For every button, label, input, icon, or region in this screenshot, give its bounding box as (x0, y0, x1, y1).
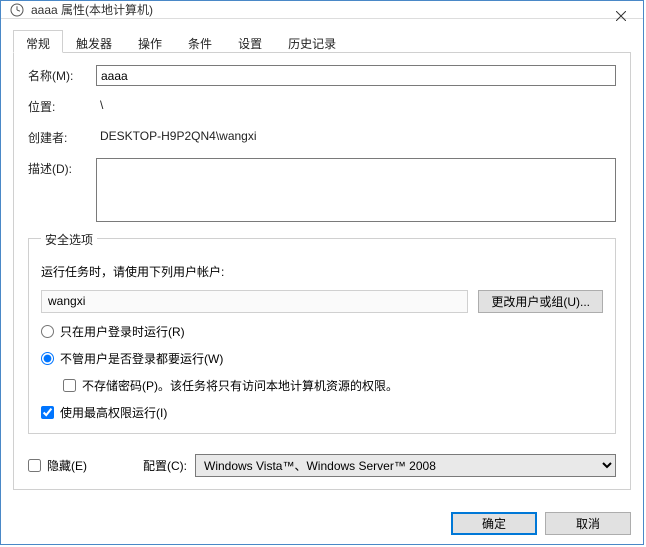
titlebar: aaaa 属性(本地计算机) (1, 1, 643, 19)
location-value: \ (96, 96, 616, 117)
radio-always-label: 不管用户是否登录都要运行(W) (60, 350, 223, 367)
cancel-button[interactable]: 取消 (545, 512, 631, 535)
change-user-button[interactable]: 更改用户或组(U)... (478, 290, 603, 313)
tab-strip: 常规 触发器 操作 条件 设置 历史记录 (13, 29, 631, 53)
ok-button[interactable]: 确定 (451, 512, 537, 535)
tab-triggers[interactable]: 触发器 (63, 30, 125, 53)
label-description: 描述(D): (28, 158, 88, 177)
check-highest[interactable]: 使用最高权限运行(I) (41, 404, 603, 421)
tab-panel-general: 名称(M): 位置: \ 创建者: DESKTOP-H9P2QN4\wangxi… (13, 53, 631, 490)
clock-icon (9, 2, 25, 18)
check-no-store[interactable]: 不存储密码(P)。该任务将只有访问本地计算机资源的权限。 (63, 377, 603, 394)
description-input[interactable] (96, 158, 616, 222)
radio-only-logged[interactable]: 只在用户登录时运行(R) (41, 323, 603, 340)
radio-only-logged-input[interactable] (41, 325, 54, 338)
label-location: 位置: (28, 98, 88, 115)
window-title: aaaa 属性(本地计算机) (31, 1, 153, 18)
run-as-user: wangxi (41, 290, 468, 313)
check-hidden[interactable]: 隐藏(E) (28, 457, 87, 474)
config-select[interactable]: Windows Vista™、Windows Server™ 2008 (195, 454, 616, 477)
name-input[interactable] (96, 65, 616, 86)
tab-conditions[interactable]: 条件 (175, 30, 225, 53)
run-as-prompt: 运行任务时，请使用下列用户帐户: (41, 263, 603, 280)
radio-only-logged-label: 只在用户登录时运行(R) (60, 323, 185, 340)
tab-actions[interactable]: 操作 (125, 30, 175, 53)
dialog-window: aaaa 属性(本地计算机) 常规 触发器 操作 条件 设置 历史记录 名称(M… (0, 0, 644, 545)
check-highest-label: 使用最高权限运行(I) (60, 404, 167, 421)
author-value: DESKTOP-H9P2QN4\wangxi (96, 127, 616, 148)
security-legend: 安全选项 (41, 231, 97, 248)
check-highest-input[interactable] (41, 406, 54, 419)
label-author: 创建者: (28, 129, 88, 146)
dialog-buttons: 确定 取消 (1, 502, 643, 547)
tab-history[interactable]: 历史记录 (275, 30, 349, 53)
check-hidden-label: 隐藏(E) (47, 457, 87, 474)
check-hidden-input[interactable] (28, 459, 41, 472)
label-config: 配置(C): (143, 457, 187, 474)
close-button[interactable] (598, 1, 643, 30)
radio-always-input[interactable] (41, 352, 54, 365)
tab-settings[interactable]: 设置 (225, 30, 275, 53)
content-area: 常规 触发器 操作 条件 设置 历史记录 名称(M): 位置: \ 创建者: D… (1, 19, 643, 502)
radio-always[interactable]: 不管用户是否登录都要运行(W) (41, 350, 603, 367)
check-no-store-input[interactable] (63, 379, 76, 392)
label-name: 名称(M): (28, 67, 88, 84)
tab-general[interactable]: 常规 (13, 30, 63, 53)
security-group: 安全选项 运行任务时，请使用下列用户帐户: wangxi 更改用户或组(U)..… (28, 238, 616, 434)
check-no-store-label: 不存储密码(P)。该任务将只有访问本地计算机资源的权限。 (82, 377, 398, 394)
